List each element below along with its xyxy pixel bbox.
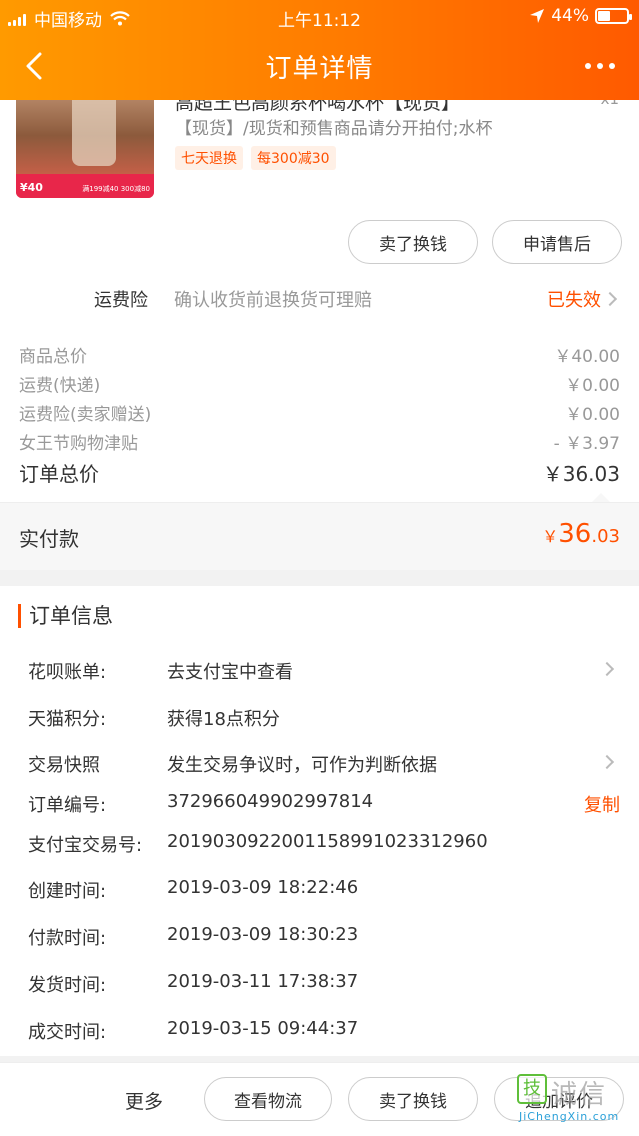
price-value: ￥40.00 (554, 347, 620, 367)
paid-amount: ￥36.03 (542, 519, 620, 549)
price-value: - ￥3.97 (553, 434, 620, 454)
product-title: 高超王色高颜系杯喝水杯【现货】 (175, 100, 461, 114)
status-bar: 中国移动 上午11:12 44% (0, 0, 639, 34)
copy-button[interactable]: 复制 (584, 791, 620, 817)
info-value: 发生交易争议时，可作为判断依据 (167, 755, 437, 776)
header: 中国移动 上午11:12 44% 订单详情 (0, 0, 639, 100)
price-row-insurance: 运费险(卖家赠送) ￥0.00 (19, 400, 620, 425)
sell-button[interactable]: 卖了换钱 (348, 220, 478, 264)
product-spec: 【现货】/现货和预售商品请分开拍付;水杯 (175, 119, 493, 139)
total-label: 订单总价 (19, 462, 99, 486)
paid-integer: 36 (558, 519, 592, 549)
info-key: 发货时间: (28, 975, 107, 996)
insurance-label: 运费险 (94, 290, 148, 311)
info-value: 获得18点积分 (167, 709, 280, 730)
info-key: 付款时间: (28, 928, 107, 949)
amount-paid: 实付款 ￥36.03 (0, 502, 639, 570)
location-arrow-icon (530, 9, 545, 23)
view-logistics-button[interactable]: 查看物流 (204, 1077, 332, 1121)
thumb-promo: 满199减40 300减80 (82, 185, 150, 193)
item-actions: 卖了换钱 申请售后 (0, 210, 639, 274)
nav-bar: 订单详情 (0, 34, 639, 100)
product-thumbnail[interactable]: ¥40 满199减40 300减80 (16, 100, 154, 198)
price-breakdown: 商品总价 ￥40.00 运费(快递) ￥0.00 运费险(卖家赠送) ￥0.00… (0, 324, 639, 503)
info-key: 天猫积分: (28, 709, 107, 730)
price-label: 运费险(卖家赠送) (19, 405, 152, 425)
watermark-text: 诚信 (551, 1080, 608, 1110)
price-row-goods: 商品总价 ￥40.00 (19, 342, 620, 367)
info-key: 创建时间: (28, 881, 107, 902)
info-value: 2019030922001158991023312960 (167, 831, 488, 852)
after-sale-button[interactable]: 申请售后 (492, 220, 622, 264)
bottom-action-bar: 更多 查看物流 卖了换钱 追加评价 技 诚信 JiChengXin.com (0, 1062, 639, 1136)
price-value: ￥0.00 (565, 376, 620, 396)
info-key: 支付宝交易号: (28, 835, 143, 856)
chevron-right-icon (599, 661, 615, 677)
order-info-title: 订单信息 (18, 604, 113, 628)
product-card[interactable]: ¥40 满199减40 300减80 高超王色高颜系杯喝水杯【现货】 x1 【现… (0, 100, 639, 210)
info-value: 2019-03-11 17:38:37 (167, 971, 359, 992)
more-button[interactable]: 更多 (125, 1087, 163, 1114)
order-info: 订单信息 花呗账单: 去支付宝中查看 天猫积分: 获得18点积分 交易快照 发生… (0, 586, 639, 1056)
thumb-price: ¥40 (20, 181, 43, 194)
price-row-total: 订单总价 ￥36.03 (19, 458, 620, 487)
total-value: ￥36.03 (542, 462, 620, 486)
price-label: 商品总价 (19, 347, 87, 367)
info-key: 订单编号: (28, 795, 107, 816)
info-key: 交易快照 (28, 755, 100, 776)
chevron-right-icon (602, 291, 618, 307)
badge-seven-day-return: 七天退换 (175, 146, 243, 170)
price-label: 女王节购物津贴 (19, 434, 138, 454)
product-qty: x1 (601, 100, 619, 108)
badge-discount: 每300减30 (251, 146, 336, 170)
service-badges: 七天退换 每300减30 (175, 146, 336, 170)
price-value: ￥0.00 (565, 405, 620, 425)
paid-label: 实付款 (19, 527, 79, 551)
shipping-insurance-row[interactable]: 运费险 确认收货前退换货可理赔 已失效 (0, 274, 639, 324)
info-value: 372966049902997814 (167, 791, 374, 812)
info-value: 2019-03-09 18:30:23 (167, 924, 359, 945)
info-key: 成交时间: (28, 1022, 107, 1043)
more-dots-icon[interactable] (585, 56, 621, 76)
battery-percent: 44% (551, 6, 589, 26)
watermark-url: JiChengXin.com (519, 1110, 620, 1123)
info-value: 2019-03-09 18:22:46 (167, 877, 359, 898)
watermark: 技 诚信 JiChengXin.com (517, 1074, 635, 1130)
paid-currency: ￥ (542, 527, 559, 546)
info-key: 花呗账单: (28, 662, 107, 683)
sell-button-bottom[interactable]: 卖了换钱 (348, 1077, 478, 1121)
cup-image (72, 100, 116, 166)
chevron-right-icon (599, 754, 615, 770)
page-title: 订单详情 (265, 54, 374, 84)
battery-icon (595, 8, 632, 24)
info-value: 去支付宝中查看 (167, 662, 293, 683)
status-right: 44% (529, 6, 632, 26)
insurance-desc: 确认收货前退换货可理赔 (174, 290, 372, 311)
info-value: 2019-03-15 09:44:37 (167, 1018, 359, 1039)
price-row-shipping: 运费(快递) ￥0.00 (19, 371, 620, 396)
watermark-logo: 技 (517, 1074, 547, 1104)
price-row-subsidy: 女王节购物津贴 - ￥3.97 (19, 429, 620, 454)
paid-decimal: .03 (591, 526, 620, 547)
price-label: 运费(快递) (19, 376, 101, 396)
insurance-status: 已失效 (547, 290, 601, 311)
